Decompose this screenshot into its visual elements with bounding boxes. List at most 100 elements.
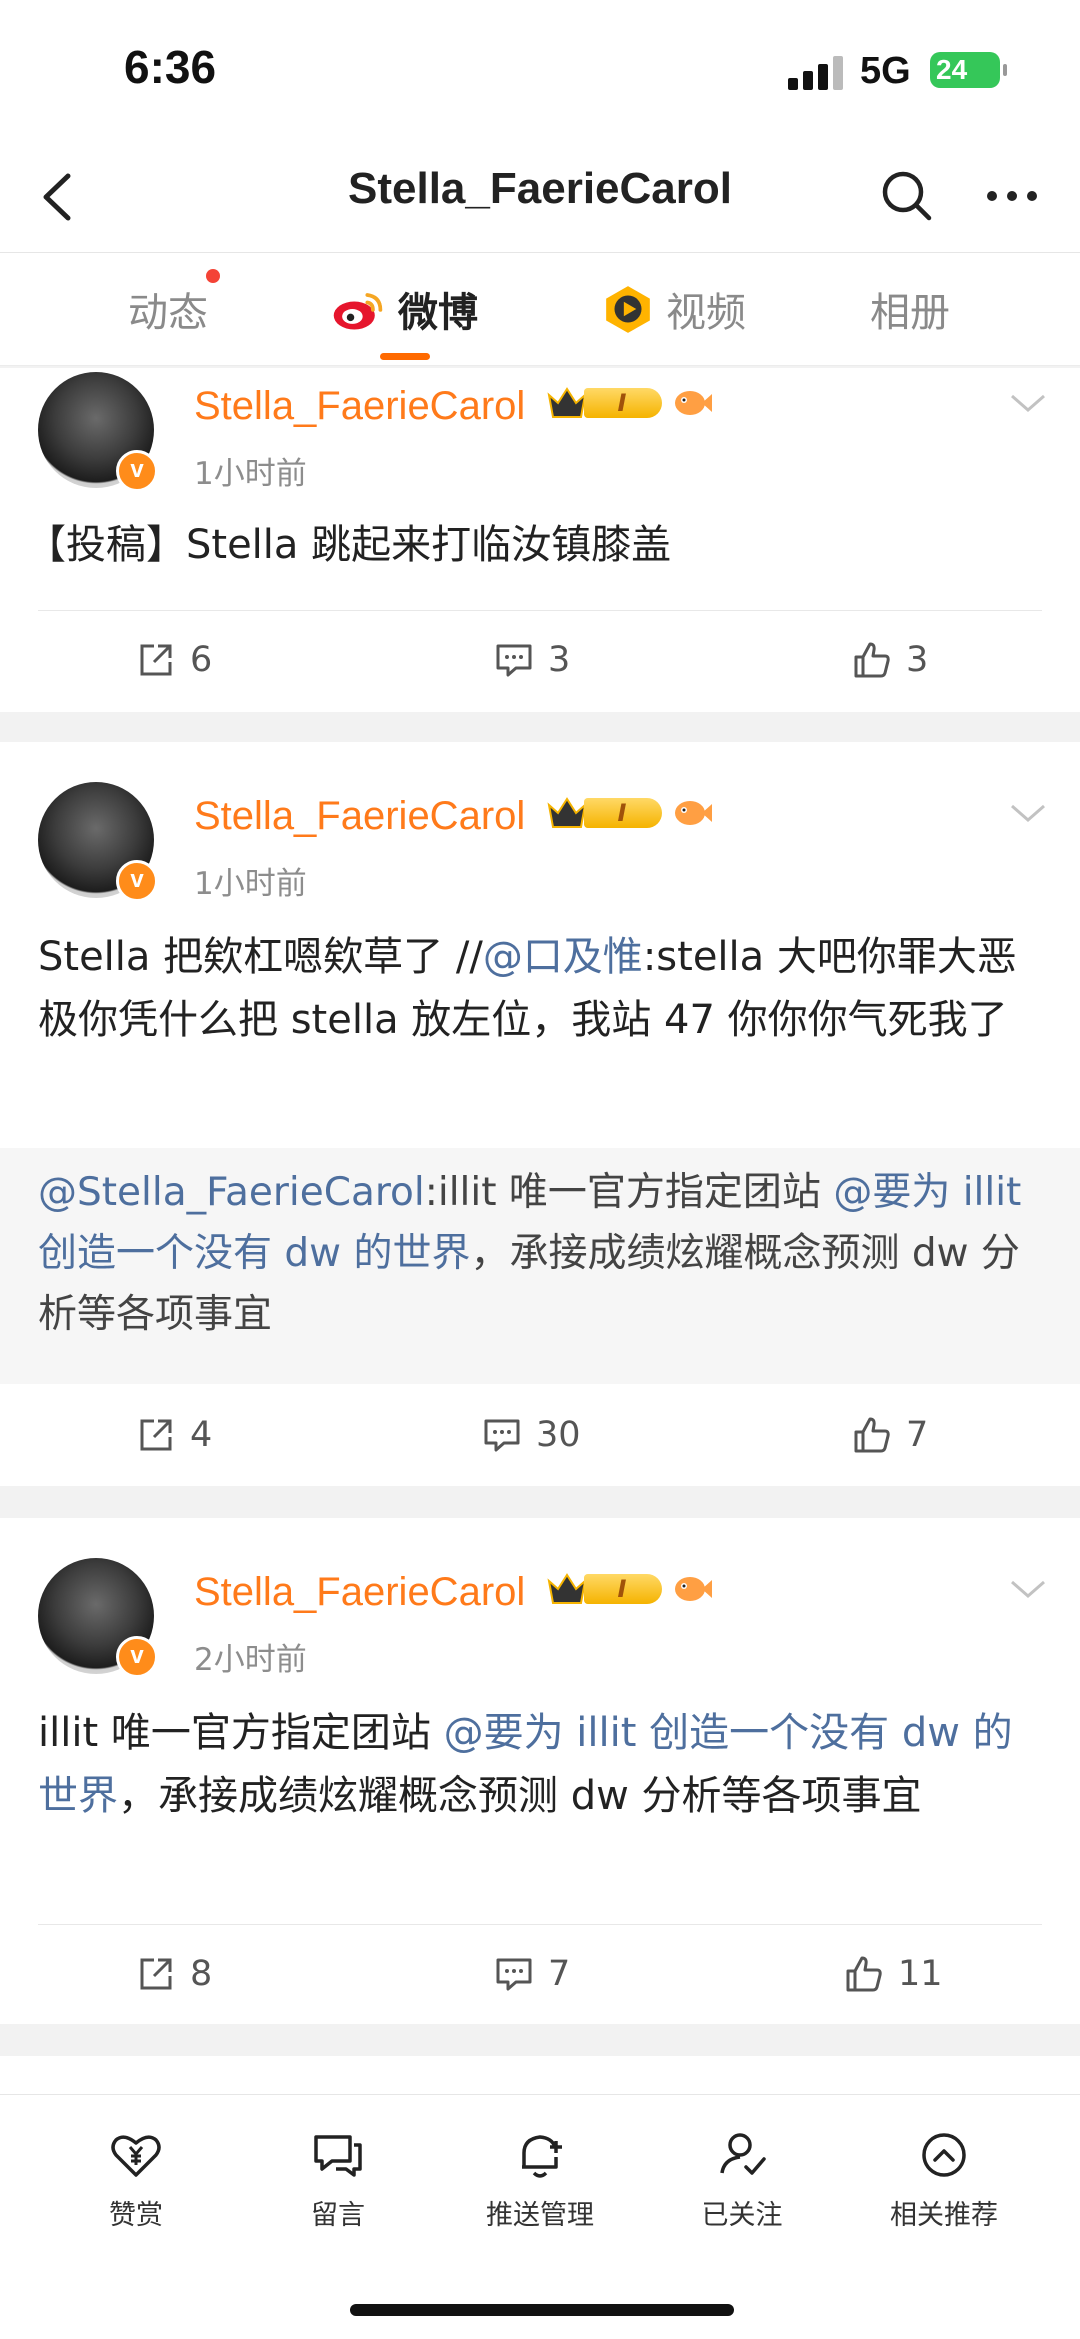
notification-dot	[206, 269, 220, 283]
thumbs-up-icon	[854, 1417, 890, 1453]
comment-button[interactable]: 3	[494, 611, 570, 709]
bottom-action-bar: 赞赏 留言 推送管理 已关注 相关推荐	[0, 2094, 1080, 2339]
like-button[interactable]: 11	[844, 1925, 943, 2023]
comment-count: 7	[548, 1954, 571, 1994]
post-text-part: ，承接成绩炫耀概念预测 dw 分析等各项事宜	[118, 1773, 922, 1819]
bottom-bar-label: 留言	[311, 2200, 365, 2231]
mention-link[interactable]: @口及惟	[483, 934, 643, 980]
comment-button[interactable]: 30	[482, 1386, 581, 1484]
bottom-bar-label: 相关推荐	[890, 2200, 998, 2231]
network-type: 5G	[860, 50, 911, 92]
author-name[interactable]: Stella_FaerieCarol	[194, 794, 525, 839]
like-count: 11	[898, 1954, 943, 1994]
video-badge-icon	[606, 286, 650, 333]
verified-badge-icon: v	[116, 1636, 158, 1678]
bottom-bar-label: 推送管理	[486, 2200, 594, 2231]
tab-label: 视频	[666, 290, 746, 336]
user-badges: I	[546, 384, 712, 422]
tip-button[interactable]: 赞赏	[46, 2127, 226, 2232]
battery-level: 24	[936, 54, 968, 85]
repost-button[interactable]: 8	[136, 1925, 212, 2023]
verified-badge-icon: v	[116, 860, 158, 902]
comment-icon	[496, 1958, 532, 1991]
share-icon	[140, 1958, 172, 1990]
bell-plus-icon	[522, 2135, 562, 2178]
tab-album[interactable]: 相册	[870, 253, 950, 365]
share-icon	[140, 1419, 172, 1451]
tab-feed[interactable]: 动态	[128, 253, 220, 365]
home-indicator[interactable]	[350, 2304, 734, 2316]
avatar[interactable]: v	[38, 372, 158, 492]
bottom-bar-label: 已关注	[701, 2200, 783, 2231]
battery-icon: 24	[930, 52, 1007, 88]
user-badges: I	[546, 1570, 712, 1608]
post-time: 1小时前	[194, 866, 307, 902]
avatar[interactable]: v	[38, 782, 158, 902]
like-count: 3	[906, 640, 929, 680]
message-button[interactable]: 留言	[248, 2127, 428, 2232]
chevron-down-icon[interactable]	[1006, 798, 1050, 828]
more-icon[interactable]	[980, 164, 1044, 228]
user-badges: I	[546, 794, 712, 832]
bottom-bar-label: 赞赏	[109, 2200, 163, 2231]
chevron-down-icon[interactable]	[1006, 1574, 1050, 1604]
following-button[interactable]: 已关注	[652, 2127, 832, 2232]
push-settings-button[interactable]: 推送管理	[450, 2127, 630, 2232]
tab-weibo[interactable]: 微博	[330, 253, 478, 365]
post-actions: 4 30 7	[0, 1386, 1080, 1484]
tab-label: 相册	[870, 290, 950, 336]
post-card[interactable]: v Stella_FaerieCarol I 2小时前 illit 唯一官方指定…	[0, 1518, 1080, 2024]
post-actions: 8 7 11	[0, 1925, 1080, 2023]
crown-icon	[547, 387, 587, 418]
tab-label: 动态	[128, 290, 208, 336]
verified-badge-icon: v	[116, 450, 158, 492]
mention-link[interactable]: @Stella_FaerieCarol	[38, 1170, 425, 1215]
repost-count: 4	[190, 1415, 213, 1455]
author-name[interactable]: Stella_FaerieCarol	[194, 1570, 525, 1615]
share-icon	[140, 644, 172, 676]
active-tab-indicator	[380, 353, 430, 360]
post-actions: 6 3 3	[0, 611, 1080, 709]
chevron-up-circle-icon	[922, 2133, 966, 2177]
chevron-down-icon[interactable]	[1006, 388, 1050, 418]
profile-tabs: 动态 微博 视频 相册	[0, 253, 1080, 366]
repost-count: 8	[190, 1954, 213, 1994]
status-bar: 6:36 5G 24	[0, 0, 1080, 140]
heart-yen-icon	[111, 2135, 161, 2177]
like-button[interactable]: 7	[852, 1386, 928, 1484]
post-card[interactable]: v Stella_FaerieCarol I 1小时前 【投稿】Stella 跳…	[0, 368, 1080, 712]
tab-video[interactable]: 视频	[602, 253, 746, 365]
author-name[interactable]: Stella_FaerieCarol	[194, 384, 525, 429]
crown-icon	[547, 797, 587, 828]
crown-icon	[547, 1573, 587, 1604]
comment-button[interactable]: 7	[494, 1925, 570, 2023]
like-button[interactable]: 3	[852, 611, 928, 709]
post-text: Stella 把欸杠嗯欸草了 //@口及惟:stella 大吧你罪大恶极你凭什么…	[38, 926, 1042, 1052]
post-card[interactable]: v Stella_FaerieCarol I 1小时前 Stella 把欸杠嗯欸…	[0, 742, 1080, 1486]
tab-label: 微博	[398, 290, 478, 336]
signal-icon	[788, 56, 844, 90]
repost-button[interactable]: 6	[136, 611, 212, 709]
avatar[interactable]: v	[38, 1558, 158, 1678]
quoted-text-part: :illit 唯一官方指定团站	[424, 1170, 834, 1215]
post-time: 2小时前	[194, 1642, 307, 1678]
level-badge: I	[584, 388, 662, 418]
fish-badge-icon	[675, 1577, 712, 1601]
post-card-partial	[0, 2056, 1080, 2096]
search-icon[interactable]	[875, 164, 939, 228]
quoted-post[interactable]: @Stella_FaerieCarol:illit 唯一官方指定团站 @要为 i…	[0, 1148, 1080, 1384]
post-text: 【投稿】Stella 跳起来打临汝镇膝盖	[26, 522, 672, 568]
weibo-logo-icon	[333, 293, 383, 330]
thumbs-up-icon	[846, 1956, 882, 1992]
level-badge: I	[584, 1574, 662, 1604]
comment-icon	[484, 1419, 520, 1452]
comment-count: 3	[548, 640, 571, 680]
related-recommend-button[interactable]: 相关推荐	[854, 2127, 1034, 2232]
quoted-post-text: @Stella_FaerieCarol:illit 唯一官方指定团站 @要为 i…	[38, 1162, 1042, 1345]
repost-button[interactable]: 4	[136, 1386, 212, 1484]
top-nav: Stella_FaerieCarol	[0, 140, 1080, 253]
fish-badge-icon	[675, 801, 712, 825]
comment-icon	[496, 644, 532, 677]
thumbs-up-icon	[854, 642, 890, 678]
user-check-icon	[720, 2133, 766, 2175]
